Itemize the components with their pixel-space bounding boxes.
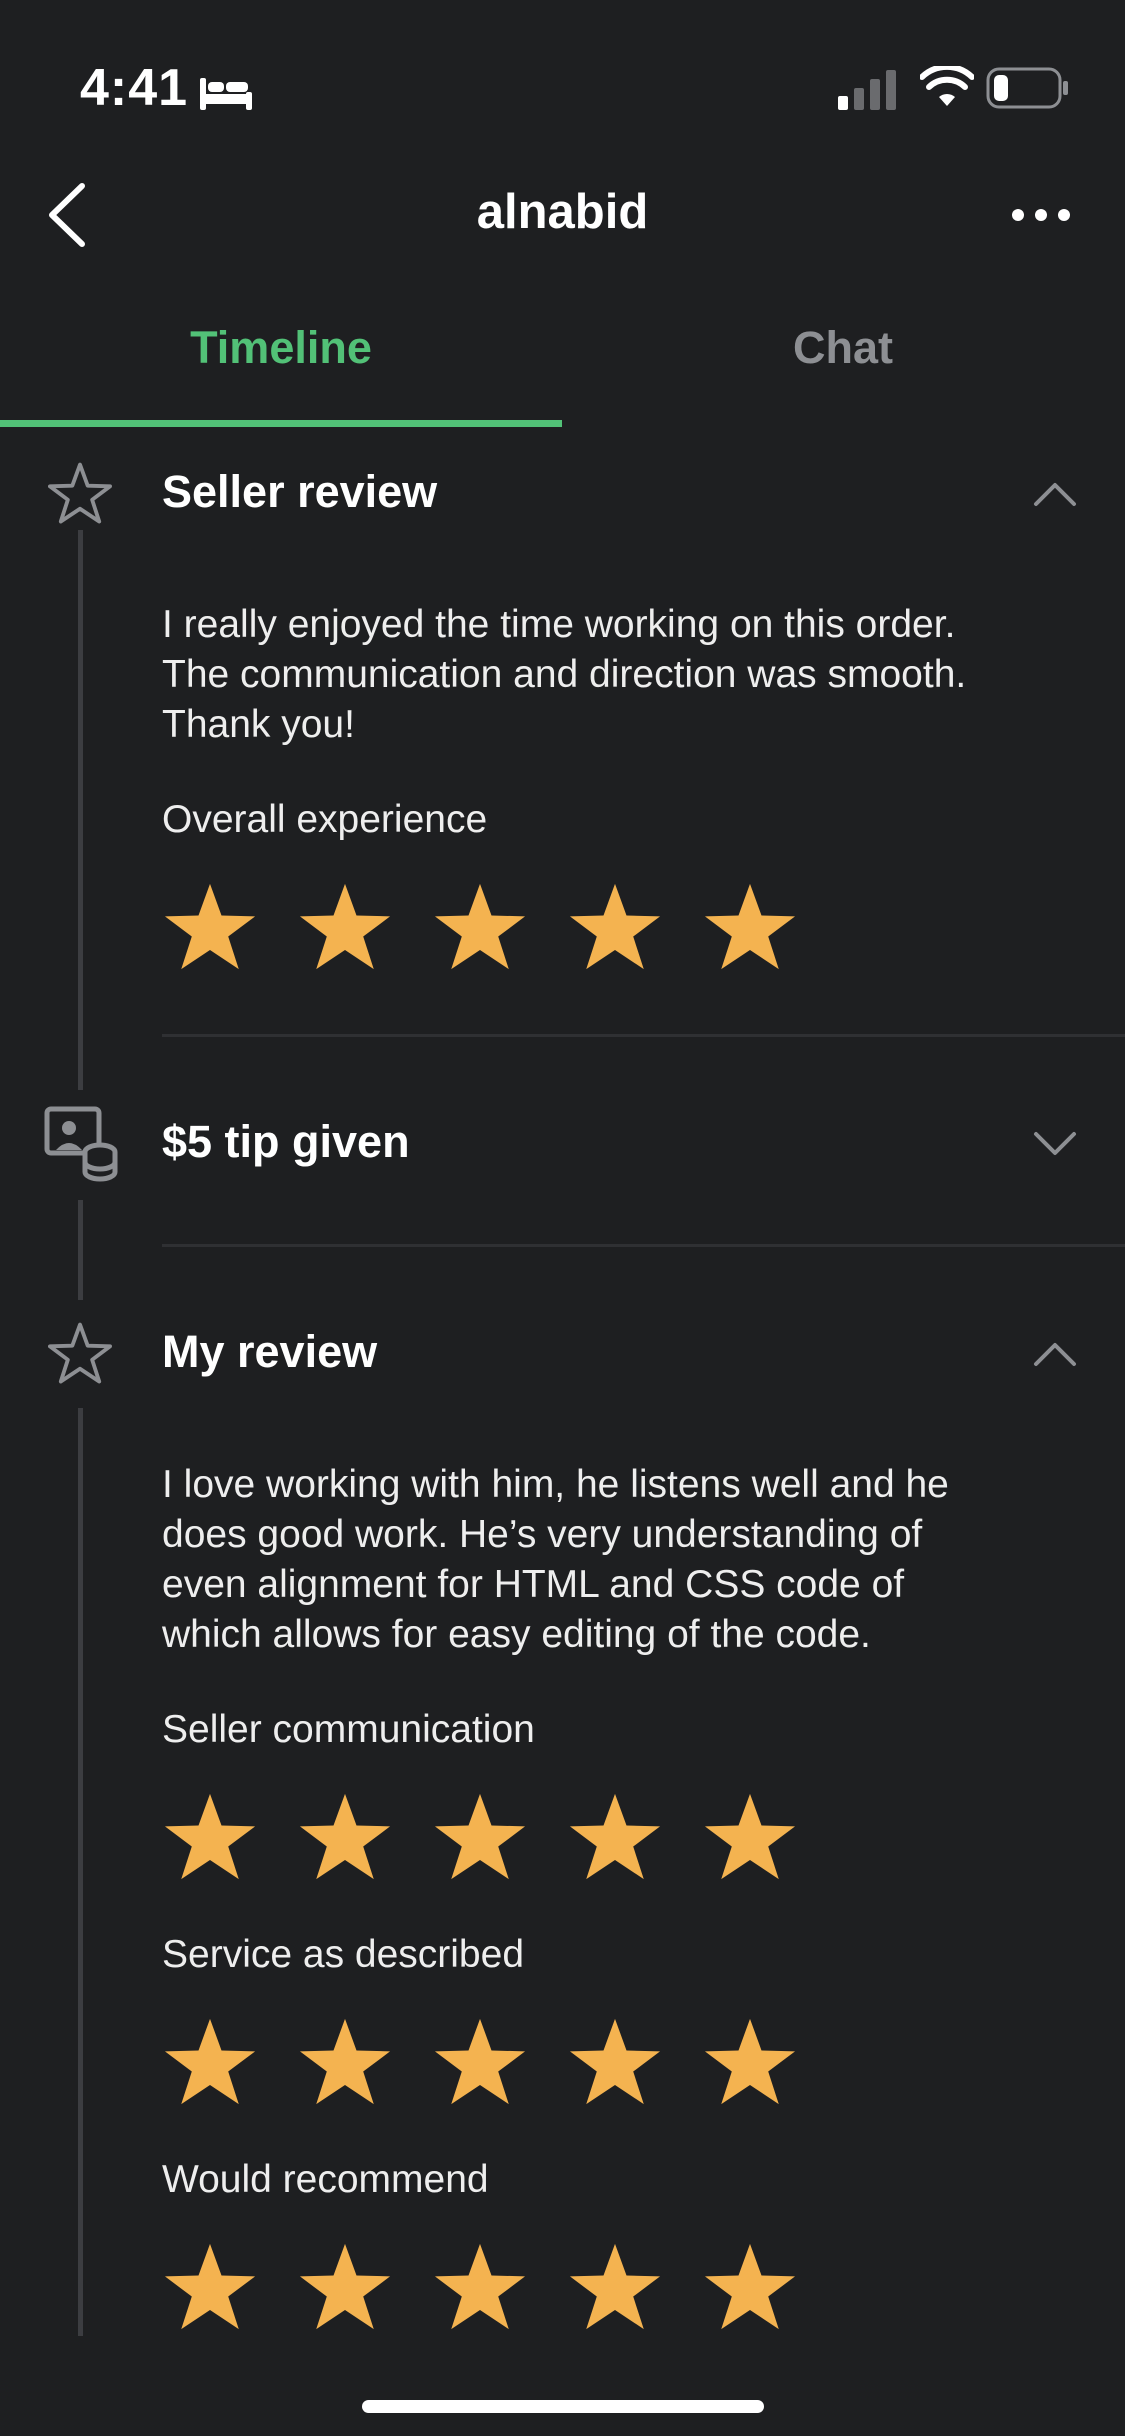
star-filled-icon (164, 2243, 256, 2330)
star-filled-icon (569, 883, 661, 970)
status-time: 4:41 (80, 59, 189, 117)
star-filled-icon (434, 2018, 526, 2105)
would-recommend-label: Would recommend (162, 2158, 489, 2201)
overall-experience-label: Overall experience (162, 798, 488, 841)
chevron-down-icon[interactable] (1032, 1130, 1078, 1158)
star-filled-icon (299, 2018, 391, 2105)
wifi-icon (920, 66, 974, 106)
active-tab-indicator (0, 420, 562, 427)
star-filled-icon (704, 2243, 796, 2330)
battery-icon (986, 67, 1068, 109)
star-filled-icon (434, 2243, 526, 2330)
service-as-described-rating (162, 2015, 837, 2105)
star-outline-icon (48, 462, 112, 524)
star-filled-icon (434, 1793, 526, 1880)
tab-chat[interactable]: Chat (562, 322, 1124, 374)
timeline-connector (78, 1200, 83, 1300)
chevron-up-icon[interactable] (1032, 1340, 1078, 1368)
tip-coins-icon (44, 1106, 118, 1182)
star-filled-icon (434, 883, 526, 970)
star-filled-icon (299, 1793, 391, 1880)
star-filled-icon (164, 1793, 256, 1880)
star-filled-icon (569, 2018, 661, 2105)
timeline-connector (78, 530, 83, 1090)
divider (162, 1244, 1125, 1247)
service-as-described-label: Service as described (162, 1933, 525, 1976)
star-outline-icon (48, 1322, 112, 1384)
more-options-icon[interactable] (1012, 194, 1070, 236)
seller-review-text: I really enjoyed the time working on thi… (162, 603, 967, 746)
home-indicator[interactable] (362, 2400, 764, 2413)
star-filled-icon (704, 1793, 796, 1880)
star-filled-icon (569, 2243, 661, 2330)
tab-timeline[interactable]: Timeline (0, 322, 562, 374)
star-filled-icon (704, 2018, 796, 2105)
star-filled-icon (164, 883, 256, 970)
sleep-focus-icon (200, 78, 252, 110)
my-review-title[interactable]: My review (162, 1326, 377, 1378)
tip-given-title[interactable]: $5 tip given (162, 1116, 410, 1168)
divider (162, 1034, 1125, 1037)
star-filled-icon (569, 1793, 661, 1880)
star-filled-icon (704, 883, 796, 970)
my-review-text: I love working with him, he listens well… (162, 1463, 949, 1656)
seller-review-title[interactable]: Seller review (162, 466, 437, 518)
chevron-up-icon[interactable] (1032, 480, 1078, 508)
overall-experience-rating (162, 880, 837, 970)
star-filled-icon (299, 883, 391, 970)
timeline-connector (78, 1408, 83, 2336)
seller-communication-rating (162, 1790, 837, 1880)
seller-communication-label: Seller communication (162, 1708, 535, 1751)
cellular-signal-icon (838, 70, 896, 110)
star-filled-icon (299, 2243, 391, 2330)
would-recommend-rating (162, 2240, 837, 2330)
page-title: alnabid (476, 185, 649, 239)
star-filled-icon (164, 2018, 256, 2105)
